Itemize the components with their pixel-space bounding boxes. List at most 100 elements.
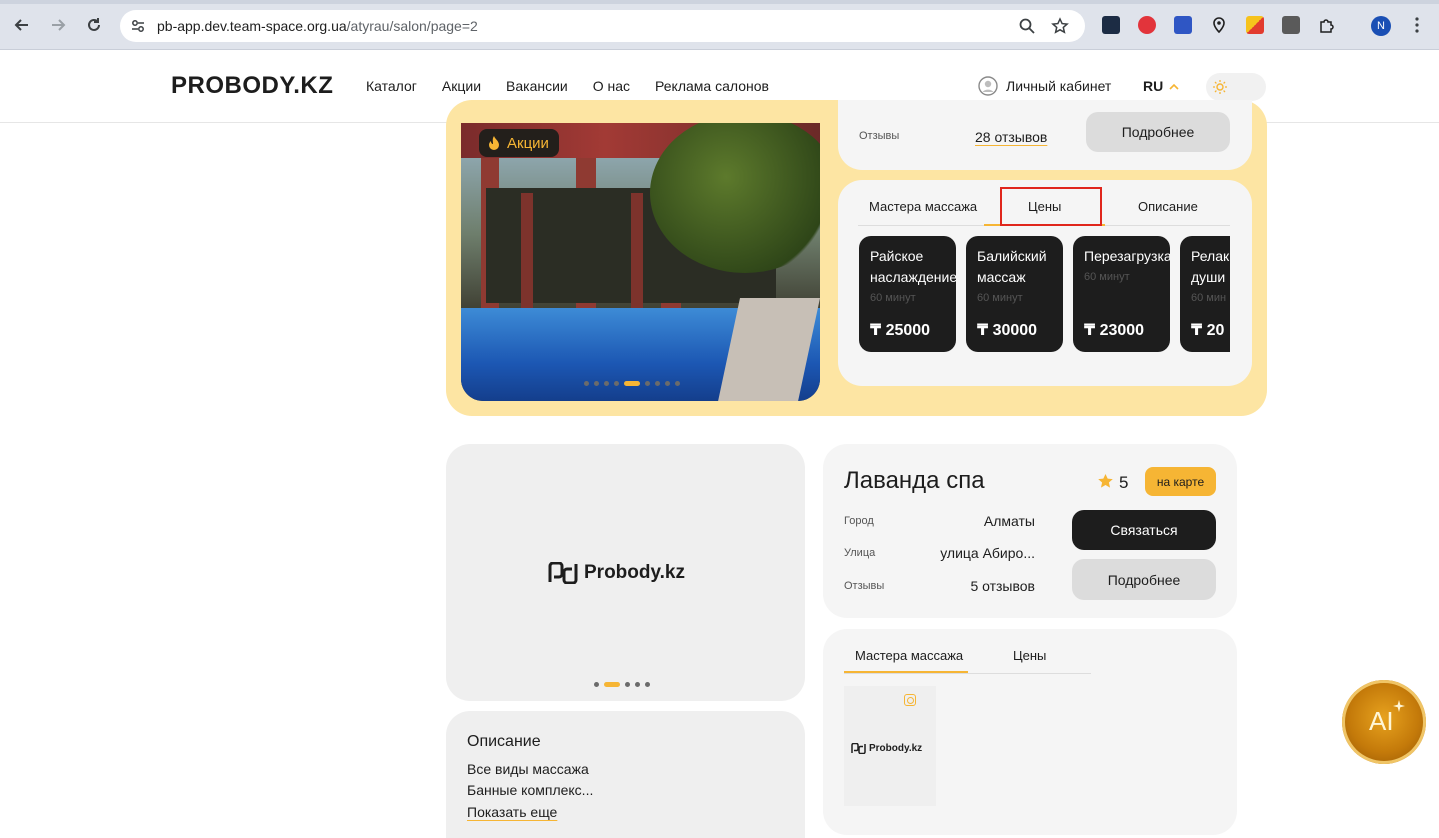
profile-avatar[interactable]: N: [1371, 16, 1391, 36]
selenium-icon[interactable]: [1282, 16, 1300, 34]
react-devtools-icon[interactable]: [1102, 16, 1120, 34]
tab-prices[interactable]: Цены: [1013, 648, 1046, 663]
tab-strip: [0, 0, 1439, 4]
probody-logo: Probody.kz: [548, 562, 685, 584]
slider-dot[interactable]: [624, 381, 640, 386]
probody-logo-icon: [851, 743, 866, 754]
description-line: Банные комплекс...: [467, 782, 594, 798]
price-name: Перезагрузка: [1084, 248, 1170, 264]
slider-dot[interactable]: [604, 381, 609, 386]
slider-dot[interactable]: [645, 682, 650, 687]
nav-catalog[interactable]: Каталог: [366, 78, 417, 94]
slider-dot[interactable]: [614, 381, 619, 386]
more-menu-icon[interactable]: [1406, 14, 1428, 36]
fire-icon: [489, 136, 499, 150]
site-logo[interactable]: PROBODY.KZ: [171, 72, 333, 100]
site-settings-icon[interactable]: [130, 18, 146, 34]
slider-dot[interactable]: [655, 381, 660, 386]
promo-badge-label: Акции: [507, 134, 549, 152]
slider-dot[interactable]: [675, 381, 680, 386]
language-selector[interactable]: RU: [1143, 78, 1179, 94]
back-icon[interactable]: [11, 14, 33, 36]
tab-description[interactable]: Описание: [1138, 199, 1198, 214]
price-card[interactable]: Балийский массаж 60 минут ₸ 30000: [966, 236, 1063, 352]
street-value: улица Абиро...: [940, 545, 1035, 561]
reviews-label: Отзывы: [859, 130, 900, 142]
street-label: Улица: [844, 547, 876, 559]
show-more-link[interactable]: Показать еще: [467, 804, 557, 820]
ai-assistant-button[interactable]: AI: [1342, 680, 1426, 764]
forward-icon[interactable]: [47, 14, 69, 36]
reviews-value[interactable]: 5 отзывов: [970, 578, 1035, 594]
theme-toggle[interactable]: [1206, 73, 1266, 101]
photo-slider-dots[interactable]: [584, 381, 680, 386]
nav-salon-ads[interactable]: Реклама салонов: [655, 78, 769, 94]
slider-dot[interactable]: [625, 682, 630, 687]
description-title: Описание: [467, 733, 541, 750]
personal-cabinet-link[interactable]: Личный кабинет: [978, 76, 1111, 96]
price-duration: 60 минут: [1084, 271, 1130, 283]
salon2-image[interactable]: Probody.kz: [446, 444, 805, 701]
price-value: ₸ 20: [1191, 322, 1225, 339]
reload-icon[interactable]: [83, 14, 105, 36]
zoom-icon[interactable]: [1018, 17, 1036, 35]
cabinet-label: Личный кабинет: [1006, 78, 1112, 94]
on-map-button[interactable]: на карте: [1145, 467, 1216, 496]
sparkle-icon: [1393, 700, 1405, 712]
active-tab-indicator: [844, 671, 968, 673]
promo-badge: Акции: [479, 129, 559, 157]
photo-slider-dots[interactable]: [594, 682, 650, 687]
salon-title[interactable]: Лаванда спа: [844, 467, 985, 495]
extension-red-icon[interactable]: [1138, 16, 1156, 34]
slider-dot[interactable]: [635, 682, 640, 687]
salon2-description: Описание Все виды массажа Банные комплек…: [446, 711, 805, 838]
bookmark-star-icon[interactable]: [1051, 17, 1069, 35]
language-label: RU: [1143, 78, 1164, 94]
slider-dot[interactable]: [604, 682, 620, 687]
price-card[interactable]: Релак души 60 мин ₸ 20: [1180, 236, 1230, 352]
extension-color-icon[interactable]: [1246, 16, 1264, 34]
chevron-up-icon: [1169, 83, 1179, 90]
slider-dot[interactable]: [594, 381, 599, 386]
price-name: Балийский массаж: [977, 248, 1047, 285]
highlight-box: [1000, 187, 1102, 226]
price-duration: 60 минут: [870, 292, 916, 304]
extensions-puzzle-icon[interactable]: [1318, 16, 1336, 34]
tabs-divider: [844, 673, 1091, 674]
sun-icon: [1213, 80, 1227, 94]
master-card[interactable]: Probody.kz: [844, 686, 936, 806]
tab-masters[interactable]: Мастера массажа: [855, 648, 963, 663]
slider-dot[interactable]: [594, 682, 599, 687]
instagram-icon[interactable]: [904, 694, 916, 706]
price-value: ₸ 30000: [977, 322, 1038, 339]
slider-dot[interactable]: [584, 381, 589, 386]
browser-toolbar: pb-app.dev.team-space.org.ua/atyrau/salo…: [0, 0, 1439, 50]
nav-about[interactable]: О нас: [593, 78, 630, 94]
price-value: ₸ 23000: [1084, 322, 1145, 339]
slider-dot[interactable]: [665, 381, 670, 386]
price-card[interactable]: Райское наслаждение 60 минут ₸ 25000: [859, 236, 956, 352]
contact-button[interactable]: Связаться: [1072, 510, 1216, 550]
reviews-label: Отзывы: [844, 580, 885, 592]
salon-photo[interactable]: [461, 123, 820, 401]
main-nav: Каталог Акции Вакансии О нас Реклама сал…: [366, 78, 794, 94]
salon2-more-button[interactable]: Подробнее: [1072, 559, 1216, 600]
extension-blue-icon[interactable]: [1174, 16, 1192, 34]
description-line: Все виды массажа: [467, 761, 589, 777]
price-duration: 60 мин: [1191, 292, 1227, 304]
price-name: Релак души: [1191, 248, 1230, 285]
reviews-link[interactable]: 28 отзывов: [975, 129, 1047, 145]
nav-promotions[interactable]: Акции: [442, 78, 481, 94]
price-duration: 60 минут: [977, 292, 1023, 304]
price-name: Райское наслаждение: [870, 248, 956, 285]
city-value: Алматы: [983, 513, 1035, 529]
salon1-more-button[interactable]: Подробнее: [1086, 112, 1230, 152]
tab-masters[interactable]: Мастера массажа: [869, 199, 977, 214]
ai-button-label: AI: [1369, 706, 1394, 736]
nav-vacancies[interactable]: Вакансии: [506, 78, 568, 94]
address-bar[interactable]: pb-app.dev.team-space.org.ua/atyrau/salo…: [120, 10, 1085, 42]
slider-dot[interactable]: [645, 381, 650, 386]
price-card[interactable]: Перезагрузка 60 минут ₸ 23000: [1073, 236, 1170, 352]
location-pin-icon[interactable]: [1210, 16, 1228, 34]
url-text: pb-app.dev.team-space.org.ua/atyrau/salo…: [157, 18, 478, 34]
